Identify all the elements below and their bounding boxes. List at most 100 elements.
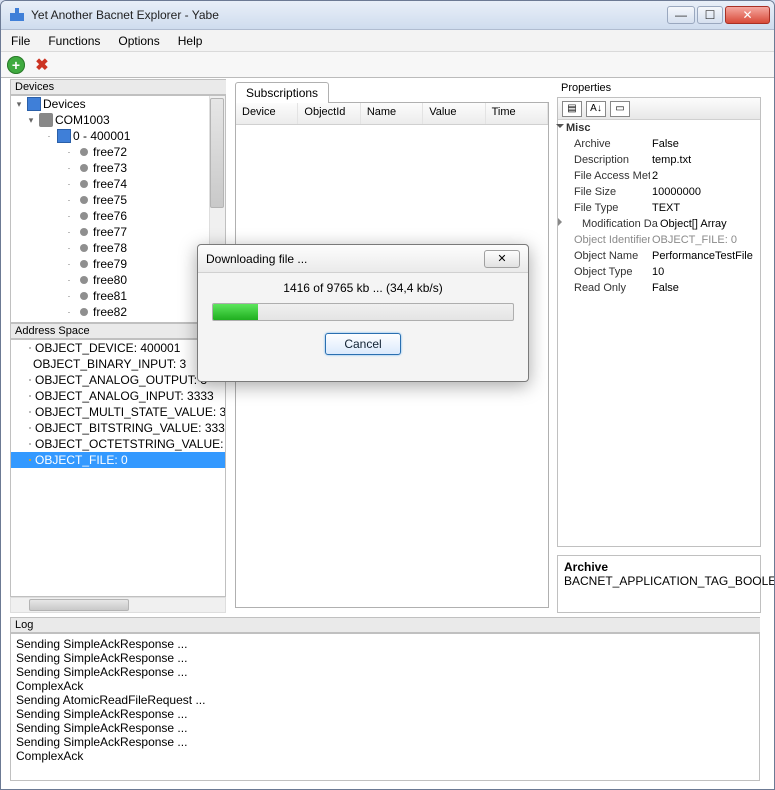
toolbar: + ✖ (1, 52, 774, 78)
address-item[interactable]: OBJECT_OCTETSTRING_VALUE: (35, 437, 223, 451)
property-pages-button[interactable]: ▭ (610, 101, 630, 117)
expand-icon[interactable]: ▾ (13, 99, 25, 110)
free-icon (80, 260, 88, 268)
tree-free-item[interactable]: free75 (93, 193, 127, 207)
prop-value[interactable]: False (650, 138, 760, 154)
tree-port[interactable]: COM1003 (55, 113, 110, 127)
prop-key[interactable]: Modification Da (566, 218, 658, 234)
prop-key[interactable]: Archive (558, 138, 650, 154)
object-icon (29, 411, 31, 413)
prop-key[interactable]: File Type (558, 202, 650, 218)
close-button[interactable]: ✕ (725, 6, 770, 24)
prop-value[interactable]: TEXT (650, 202, 760, 218)
prop-value[interactable]: temp.txt (650, 154, 760, 170)
menu-options[interactable]: Options (118, 34, 159, 48)
tree-free-item[interactable]: free79 (93, 257, 127, 271)
alphabetical-button[interactable]: A↓ (586, 101, 606, 117)
maximize-button[interactable]: ☐ (697, 6, 723, 24)
tree-free-item[interactable]: free78 (93, 241, 127, 255)
tree-device[interactable]: 0 - 400001 (73, 129, 130, 143)
tab-subscriptions[interactable]: Subscriptions (235, 82, 329, 103)
tree-free-item[interactable]: free80 (93, 273, 127, 287)
progress-bar (212, 303, 514, 321)
col-value[interactable]: Value (423, 103, 485, 124)
address-item[interactable]: OBJECT_BINARY_INPUT: 3 (33, 357, 186, 371)
minimize-button[interactable]: — (667, 6, 695, 24)
col-objectid[interactable]: ObjectId (298, 103, 360, 124)
prop-key[interactable]: Object Identifier (558, 234, 650, 250)
hscrollbar-thumb[interactable] (29, 599, 129, 611)
col-name[interactable]: Name (361, 103, 423, 124)
address-item[interactable]: OBJECT_ANALOG_INPUT: 3333 (35, 389, 214, 403)
address-item[interactable]: OBJECT_DEVICE: 400001 (35, 341, 180, 355)
prop-value[interactable]: 2 (650, 170, 760, 186)
free-icon (80, 180, 88, 188)
expand-group-icon[interactable] (556, 124, 564, 128)
menubar: File Functions Options Help (1, 30, 774, 52)
prop-value[interactable]: False (650, 282, 760, 298)
device-icon (57, 129, 71, 143)
titlebar[interactable]: Yet Another Bacnet Explorer - Yabe — ☐ ✕ (1, 1, 774, 30)
window-title: Yet Another Bacnet Explorer - Yabe (31, 8, 219, 22)
prop-value[interactable]: PerformanceTestFile (650, 250, 760, 266)
log-line: Sending AtomicReadFileRequest ... (16, 693, 754, 707)
object-icon (29, 379, 31, 381)
expand-prop-icon[interactable] (558, 218, 562, 226)
tree-free-item[interactable]: free74 (93, 177, 127, 191)
desc-body: BACNET_APPLICATION_TAG_BOOLEAN (564, 574, 754, 588)
properties-description: Archive BACNET_APPLICATION_TAG_BOOLEAN (557, 555, 761, 613)
properties-toolbar: ▤ A↓ ▭ (558, 98, 760, 120)
prop-value[interactable]: 10 (650, 266, 760, 282)
collapse-icon[interactable]: ▾ (25, 115, 37, 126)
prop-key[interactable]: Description (558, 154, 650, 170)
group-misc[interactable]: Misc (566, 122, 658, 138)
menu-functions[interactable]: Functions (48, 34, 100, 48)
prop-value[interactable]: 10000000 (650, 186, 760, 202)
address-item[interactable]: OBJECT_BITSTRING_VALUE: 333 (35, 421, 225, 435)
prop-value[interactable]: Object[] Array (658, 218, 760, 234)
scrollbar-thumb[interactable] (210, 98, 224, 208)
tree-root[interactable]: Devices (43, 97, 86, 111)
log-line: ComplexAck (16, 749, 754, 763)
free-icon (80, 212, 88, 220)
tree-free-item[interactable]: free77 (93, 225, 127, 239)
devices-icon (27, 97, 41, 111)
prop-key[interactable]: Object Type (558, 266, 650, 282)
menu-file[interactable]: File (11, 34, 30, 48)
prop-key[interactable]: File Size (558, 186, 650, 202)
dialog-titlebar[interactable]: Downloading file ... ✕ (198, 245, 528, 273)
tree-free-item[interactable]: free82 (93, 305, 127, 319)
free-icon (80, 196, 88, 204)
address-panel-label: Address Space (10, 323, 226, 339)
address-space-tree[interactable]: OBJECT_DEVICE: 400001 OBJECT_BINARY_INPUT… (10, 339, 226, 597)
dialog-close-button[interactable]: ✕ (484, 250, 520, 268)
devices-tree[interactable]: ▾Devices ▾COM1003 ·0 - 400001 ·free72·fr… (10, 95, 226, 323)
prop-key[interactable]: Object Name (558, 250, 650, 266)
horizontal-scrollbar[interactable] (10, 597, 226, 613)
properties-grid[interactable]: ▤ A↓ ▭ Misc ArchiveFalseDescriptiontemp.… (557, 97, 761, 547)
address-item[interactable]: OBJECT_MULTI_STATE_VALUE: 3 (35, 405, 226, 419)
tree-free-item[interactable]: free72 (93, 145, 127, 159)
object-icon (29, 459, 31, 461)
col-time[interactable]: Time (486, 103, 548, 124)
address-item[interactable]: OBJECT_FILE: 0 (35, 453, 128, 467)
tree-free-item[interactable]: free81 (93, 289, 127, 303)
cancel-button[interactable]: Cancel (325, 333, 400, 355)
log-panel[interactable]: Sending SimpleAckResponse ...Sending Sim… (10, 633, 760, 781)
delete-button[interactable]: ✖ (33, 56, 51, 74)
prop-key[interactable]: File Access Met (558, 170, 650, 186)
free-icon (80, 276, 88, 284)
add-button[interactable]: + (7, 56, 25, 74)
tree-free-item[interactable]: free73 (93, 161, 127, 175)
address-item[interactable]: OBJECT_ANALOG_OUTPUT: 3 (35, 373, 207, 387)
log-line: Sending SimpleAckResponse ... (16, 665, 754, 679)
tree-free-item[interactable]: free76 (93, 209, 127, 223)
categorized-button[interactable]: ▤ (562, 101, 582, 117)
col-device[interactable]: Device (236, 103, 298, 124)
prop-value[interactable]: OBJECT_FILE: 0 (650, 234, 760, 250)
free-icon (80, 148, 88, 156)
prop-key[interactable]: Read Only (558, 282, 650, 298)
menu-help[interactable]: Help (178, 34, 203, 48)
download-status: 1416 of 9765 kb ... (34,4 kb/s) (212, 281, 514, 295)
object-icon (29, 395, 31, 397)
